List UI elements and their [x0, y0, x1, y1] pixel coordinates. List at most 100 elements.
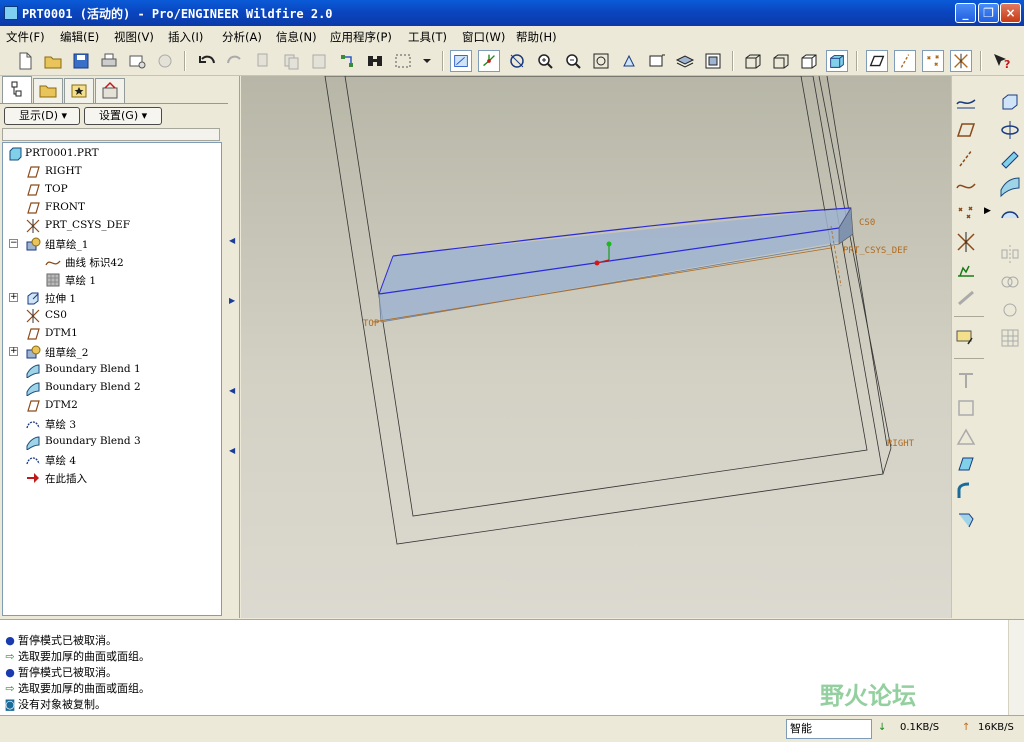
context-help-icon[interactable]: ? — [990, 50, 1012, 72]
minimize-button[interactable]: _ — [955, 3, 976, 23]
hidden-line-icon[interactable] — [770, 50, 792, 72]
reorient-icon[interactable] — [618, 50, 640, 72]
tree-item-dtm1[interactable]: DTM1 — [3, 325, 221, 343]
show-dropdown[interactable]: 显示(D) ▾ — [4, 107, 80, 125]
extrude-tool-icon[interactable] — [998, 90, 1022, 114]
chevron-down-icon[interactable] — [416, 50, 438, 72]
zoom-in-icon[interactable] — [534, 50, 556, 72]
tree-item-boundary-blend-3[interactable]: Boundary Blend 3 — [3, 433, 221, 451]
tree-item-top[interactable]: TOP — [3, 181, 221, 199]
tab-model-tree[interactable] — [2, 76, 32, 104]
saved-views-icon[interactable] — [646, 50, 668, 72]
tree-item-sketch-1[interactable]: 草绘 1 — [3, 271, 221, 289]
layers-icon[interactable] — [674, 50, 696, 72]
no-hidden-icon[interactable] — [798, 50, 820, 72]
menu-help[interactable]: 帮助(H) — [516, 29, 557, 45]
analysis-feature-icon[interactable] — [954, 258, 978, 282]
csys-toggle-icon[interactable] — [950, 50, 972, 72]
tree-item-prt-csys-def[interactable]: PRT_CSYS_DEF — [3, 217, 221, 235]
panel-splitter[interactable]: ◀ ▶ ◀ ◀ — [228, 76, 240, 618]
variable-section-sweep-icon[interactable] — [998, 146, 1022, 170]
new-file-icon[interactable] — [14, 50, 36, 72]
chamfer-tool-icon[interactable] — [954, 508, 978, 532]
style-tool-icon[interactable] — [998, 202, 1022, 226]
label-cs0[interactable]: CS0 — [859, 218, 875, 228]
shading-icon[interactable] — [826, 50, 848, 72]
message-scrollbar[interactable] — [1008, 620, 1024, 716]
tree-item-right[interactable]: RIGHT — [3, 163, 221, 181]
graphics-window[interactable]: CS0 PRT_CSYS_DEF TOP RIGHT — [241, 76, 951, 618]
collapse-arrow-icon[interactable]: ◀ — [229, 446, 235, 455]
regenerate-icon[interactable] — [336, 50, 358, 72]
sketch-tool-icon[interactable] — [954, 90, 978, 114]
expand-toggle[interactable]: + — [9, 347, 18, 356]
tree-item-part[interactable]: PRT0001.PRT — [3, 145, 221, 163]
collapse-arrow-icon[interactable]: ◀ — [229, 236, 235, 245]
revolve-tool-icon[interactable] — [998, 118, 1022, 142]
datum-points-toggle-icon[interactable] — [922, 50, 944, 72]
selection-box-icon[interactable] — [392, 50, 414, 72]
menu-applications[interactable]: 应用程序(P) — [330, 29, 392, 45]
view-manager-icon[interactable] — [702, 50, 724, 72]
expand-toggle[interactable]: + — [9, 293, 18, 302]
spin-center-icon[interactable] — [478, 50, 500, 72]
open-folder-icon[interactable] — [42, 50, 64, 72]
menu-edit[interactable]: 编辑(E) — [60, 29, 99, 45]
wireframe-icon[interactable] — [742, 50, 764, 72]
datum-point-tool-icon[interactable] — [954, 202, 978, 226]
orient-mode-icon[interactable] — [506, 50, 528, 72]
tree-item-curve-42[interactable]: 曲线 标识42 — [3, 253, 221, 271]
datum-planes-toggle-icon[interactable] — [866, 50, 888, 72]
tree-item-extrude-1[interactable]: + 拉伸 1 — [3, 289, 221, 307]
menu-window[interactable]: 窗口(W) — [462, 29, 505, 45]
menu-file[interactable]: 文件(F) — [6, 29, 45, 45]
tree-item-sketch-3[interactable]: 草绘 3 — [3, 415, 221, 433]
round-tool-icon[interactable] — [954, 480, 978, 504]
tree-item-insert-here[interactable]: 在此插入 — [3, 469, 221, 487]
find-icon[interactable] — [364, 50, 386, 72]
tree-item-sketch-4[interactable]: 草绘 4 — [3, 451, 221, 469]
settings-dropdown[interactable]: 设置(G) ▾ — [84, 107, 162, 125]
datum-curve-tool-icon[interactable] — [954, 174, 978, 198]
close-button[interactable]: × — [1000, 3, 1021, 23]
tree-item-cs0[interactable]: CS0 — [3, 307, 221, 325]
title-bar[interactable]: PRT0001 (活动的) - Pro/ENGINEER Wildfire 2.… — [0, 0, 1024, 26]
label-prt-csys-def[interactable]: PRT_CSYS_DEF — [843, 246, 908, 256]
tab-folder-browser[interactable] — [33, 78, 63, 104]
selection-filter-select[interactable]: 智能 — [786, 719, 872, 739]
tree-item-boundary-blend-1[interactable]: Boundary Blend 1 — [3, 361, 221, 379]
menu-tools[interactable]: 工具(T) — [408, 29, 447, 45]
maximize-button[interactable]: ❐ — [978, 3, 999, 23]
menu-analysis[interactable]: 分析(A) — [222, 29, 262, 45]
collapse-arrow-icon[interactable]: ◀ — [229, 386, 235, 395]
collapse-toggle[interactable]: − — [9, 239, 18, 248]
boundary-blend-tool-icon[interactable] — [998, 174, 1022, 198]
menu-info[interactable]: 信息(N) — [276, 29, 317, 45]
note-tool-icon[interactable] — [954, 326, 978, 350]
zoom-out-icon[interactable] — [562, 50, 584, 72]
save-icon[interactable] — [70, 50, 92, 72]
print-icon[interactable] — [98, 50, 120, 72]
tree-item-sketch-group-1[interactable]: − 组草绘_1 — [3, 235, 221, 253]
tab-connections[interactable] — [95, 78, 125, 104]
tree-item-front[interactable]: FRONT — [3, 199, 221, 217]
menu-insert[interactable]: 插入(I) — [168, 29, 203, 45]
undo-icon[interactable] — [196, 50, 218, 72]
refit-icon[interactable] — [590, 50, 612, 72]
datum-axis-tool-icon[interactable] — [954, 146, 978, 170]
tree-item-dtm2[interactable]: DTM2 — [3, 397, 221, 415]
expand-arrow-icon[interactable]: ▶ — [229, 296, 235, 305]
tree-item-sketch-group-2[interactable]: + 组草绘_2 — [3, 343, 221, 361]
label-top[interactable]: TOP — [363, 319, 380, 329]
tree-item-boundary-blend-2[interactable]: Boundary Blend 2 — [3, 379, 221, 397]
tab-favorites[interactable] — [64, 78, 94, 104]
label-right[interactable]: RIGHT — [887, 439, 915, 449]
repaint-icon[interactable] — [450, 50, 472, 72]
datum-axes-toggle-icon[interactable] — [894, 50, 916, 72]
menu-view[interactable]: 视图(V) — [114, 29, 154, 45]
flyout-arrow-icon[interactable]: ▶ — [984, 206, 991, 216]
draft-tool-icon[interactable] — [954, 452, 978, 476]
datum-csys-tool-icon[interactable] — [954, 230, 978, 254]
datum-plane-tool-icon[interactable] — [954, 118, 978, 142]
send-mail-icon[interactable] — [126, 50, 148, 72]
